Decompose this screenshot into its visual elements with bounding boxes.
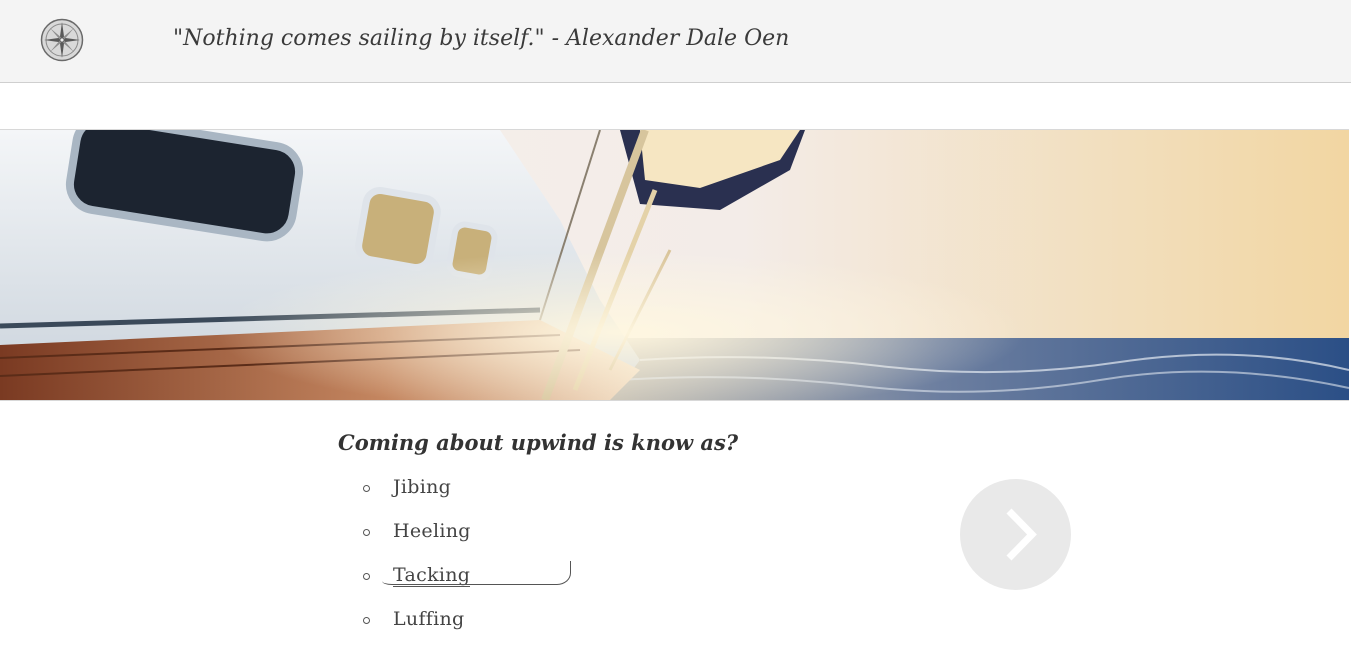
answer-label: Luffing [393, 608, 465, 630]
quiz-question: Coming about upwind is know as? [338, 430, 739, 455]
radio-bullet-icon [363, 485, 370, 492]
hero-banner-image [0, 129, 1349, 401]
answer-label: Jibing [393, 476, 452, 498]
answer-option-luffing[interactable]: Luffing [360, 605, 570, 649]
answer-label: Heeling [393, 520, 471, 542]
answer-option-heeling[interactable]: Heeling [360, 517, 570, 561]
header-quote: "Nothing comes sailing by itself." - Ale… [173, 26, 790, 51]
answer-option-jibing[interactable]: Jibing [360, 473, 570, 517]
radio-bullet-icon [363, 529, 370, 536]
answer-label: Tacking [393, 564, 471, 587]
site-header: "Nothing comes sailing by itself." - Ale… [0, 0, 1351, 83]
answer-list: Jibing Heeling Tacking Luffing [360, 473, 571, 649]
chevron-right-icon [1006, 508, 1037, 561]
radio-bullet-icon [363, 617, 370, 624]
next-question-button[interactable] [960, 479, 1071, 590]
answer-option-tacking[interactable]: Tacking [360, 561, 571, 605]
compass-icon[interactable] [40, 18, 84, 62]
radio-bullet-icon [363, 573, 370, 580]
